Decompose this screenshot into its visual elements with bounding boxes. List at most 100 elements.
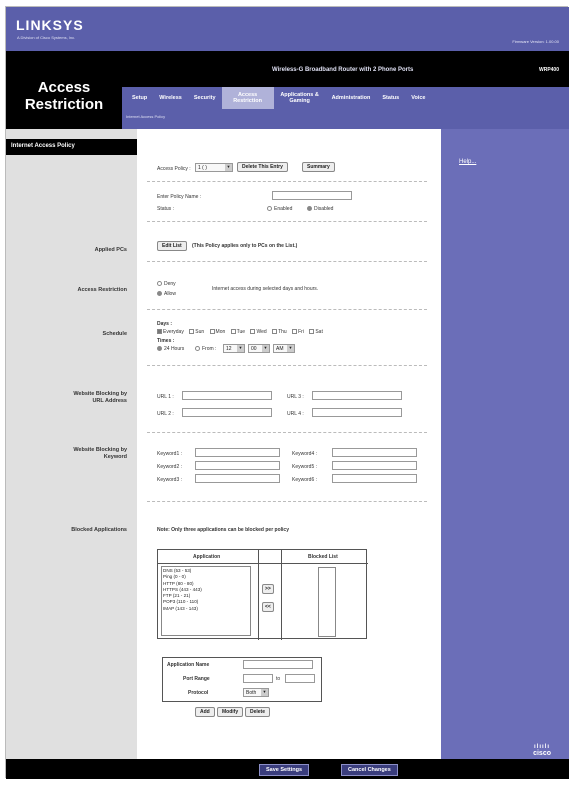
deny-radio[interactable]: Deny (157, 281, 176, 287)
remove-from-blocked-button[interactable]: << (262, 602, 274, 612)
url2-input[interactable] (182, 408, 272, 417)
cisco-logo: ılıılı cisco (533, 744, 551, 757)
ampm-select[interactable]: AM ▼ (273, 344, 295, 353)
tab-administration[interactable]: Administration (326, 95, 377, 101)
protocol-select[interactable]: Both ▼ (243, 688, 269, 697)
allow-radio[interactable]: Allow (157, 291, 176, 297)
router-page: LINKSYS A Division of Cisco Systems, Inc… (5, 6, 569, 779)
day-sun[interactable]: Sun (189, 329, 204, 335)
label-access-restriction: Access Restriction (77, 287, 127, 293)
status-label: Status : (157, 206, 174, 212)
keyword3-input[interactable] (195, 474, 280, 483)
keyword2-input[interactable] (195, 461, 280, 470)
enabled-label: Enabled (274, 206, 293, 212)
hours24-radio[interactable]: 24 Hours (157, 346, 184, 352)
days-label: Days : (157, 321, 173, 327)
tab-applications-gaming[interactable]: Applications & Gaming (274, 92, 326, 104)
days-checkboxes: Everyday Sun Mon Tue Wed Thu Fri Sat (157, 329, 323, 335)
tab-voice[interactable]: Voice (405, 95, 431, 101)
checkbox-icon (250, 329, 256, 335)
day-thu[interactable]: Thu (272, 329, 287, 335)
checkbox-icon (292, 329, 298, 335)
port-range-label: Port Range (183, 676, 210, 682)
save-settings-button[interactable]: Save Settings (259, 764, 310, 776)
divider (158, 563, 368, 564)
access-policy-select[interactable]: 1 ( ) ▼ (195, 163, 233, 172)
keyword4-input[interactable] (332, 448, 417, 457)
help-column: Help... (441, 129, 569, 759)
cancel-changes-button[interactable]: Cancel Changes (341, 764, 398, 776)
tab-access-restriction[interactable]: Access Restriction (221, 87, 274, 109)
keyword6-label: Keyword6 : (292, 477, 318, 483)
day-mon[interactable]: Mon (209, 329, 226, 335)
app-name-input[interactable] (243, 660, 313, 669)
port-to-label: to (276, 676, 281, 682)
status-disabled-radio[interactable]: Disabled (307, 206, 333, 212)
port-end-input[interactable] (285, 674, 315, 683)
keyword5-input[interactable] (332, 461, 417, 470)
day-tue[interactable]: Tue (230, 329, 245, 335)
add-button[interactable]: Add (195, 707, 215, 717)
tab-security[interactable]: Security (188, 95, 222, 101)
radio-selected-icon (157, 346, 162, 352)
keyword1-label: Keyword1 : (157, 451, 183, 457)
day-label: Mon (215, 329, 226, 335)
url4-input[interactable] (312, 408, 402, 417)
tab-status[interactable]: Status (376, 95, 405, 101)
edit-list-button[interactable]: Edit List (157, 241, 187, 251)
section-title-box: Access Restriction (6, 51, 122, 129)
access-policy-value: 1 ( ) (198, 165, 207, 171)
day-wed[interactable]: Wed (250, 329, 267, 335)
application-list[interactable]: DNS (53 - 53) Ping (0 - 0) HTTP (80 - 80… (161, 566, 251, 636)
deny-label: Deny (164, 281, 176, 287)
disabled-label: Disabled (314, 206, 334, 212)
hour-value: 12 (226, 346, 232, 352)
chevron-down-icon: ▼ (261, 689, 268, 696)
delete-entry-button[interactable]: Delete This Entry (237, 162, 288, 172)
left-label-column: Internet Access Policy Applied PCs Acces… (6, 129, 137, 759)
day-sat[interactable]: Sat (309, 329, 323, 335)
chevron-down-icon: ▼ (225, 164, 232, 171)
main-tabs: Setup Wireless Security Access Restricti… (122, 87, 569, 109)
day-fri[interactable]: Fri (292, 329, 304, 335)
chevron-down-icon: ▼ (237, 345, 244, 352)
subtab-internet-access-policy[interactable]: Internet Access Policy (126, 114, 165, 119)
modify-button[interactable]: Modify (217, 707, 244, 717)
status-enabled-radio[interactable]: Enabled (267, 206, 292, 212)
label-website-keyword: Website Blocking by Keyword (73, 447, 127, 460)
divider (147, 221, 427, 222)
add-to-blocked-button[interactable]: >> (262, 584, 274, 594)
keyword4-label: Keyword4 : (292, 451, 318, 457)
label-blocked-applications: Blocked Applications (71, 527, 127, 533)
day-everyday[interactable]: Everyday (157, 329, 184, 335)
tab-wireless[interactable]: Wireless (153, 95, 188, 101)
delete-button[interactable]: Delete (245, 707, 271, 717)
checkbox-icon (189, 329, 195, 335)
logo-subtitle: A Division of Cisco Systems, Inc. (17, 35, 76, 40)
model-number: WRP400 (538, 67, 559, 73)
help-link[interactable]: Help... (459, 159, 476, 165)
tab-setup[interactable]: Setup (126, 95, 153, 101)
times-label: Times : (157, 338, 175, 344)
keyword2-label: Keyword2 : (157, 464, 183, 470)
url4-label: URL 4 : (287, 411, 304, 417)
policy-name-input[interactable] (272, 191, 352, 200)
port-start-input[interactable] (243, 674, 273, 683)
minute-select[interactable]: 00 ▼ (248, 344, 270, 353)
list-item[interactable]: IMAP (143 - 143) (163, 606, 249, 612)
url1-input[interactable] (182, 391, 272, 400)
keyword6-input[interactable] (332, 474, 417, 483)
summary-button[interactable]: Summary (302, 162, 335, 172)
hours24-label: 24 Hours (164, 346, 185, 352)
hour-select[interactable]: 12 ▼ (223, 344, 245, 353)
from-radio[interactable]: From : (195, 346, 216, 352)
blocked-list-box[interactable] (318, 567, 336, 637)
day-label: Wed (256, 329, 267, 335)
day-label: Fri (298, 329, 304, 335)
policy-name-label: Enter Policy Name : (157, 194, 202, 200)
application-header: Application (193, 554, 221, 560)
url3-input[interactable] (312, 391, 402, 400)
divider (147, 365, 427, 366)
keyword1-input[interactable] (195, 448, 280, 457)
chevron-down-icon: ▼ (287, 345, 294, 352)
